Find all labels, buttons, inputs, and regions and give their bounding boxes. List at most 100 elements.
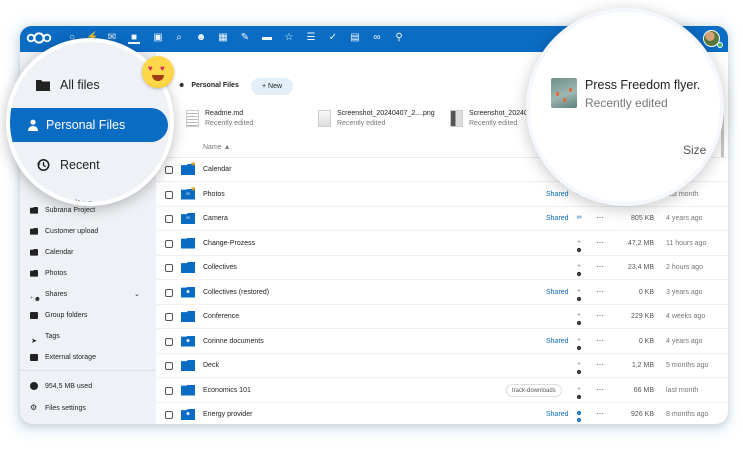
more-actions-icon[interactable]: ··· xyxy=(596,336,604,345)
notes-icon[interactable]: ✎ xyxy=(239,32,251,44)
file-name[interactable]: Camera xyxy=(203,215,228,222)
file-size: 0 KB xyxy=(638,337,654,345)
modified-date: 4 years ago xyxy=(666,215,703,222)
more-actions-icon[interactable]: ··· xyxy=(596,262,604,271)
person-add-icon[interactable]: ⁺☻ xyxy=(574,386,584,401)
quota-display[interactable]: 954,5 MB used xyxy=(30,380,92,394)
more-actions-icon[interactable]: ··· xyxy=(596,360,604,369)
sidebar-item-photos[interactable]: Photos xyxy=(30,265,150,283)
table-row[interactable]: Collectives ⁺☻ ··· 23,4 MB 2 hours ago xyxy=(156,256,728,280)
history-icon xyxy=(36,159,50,171)
nav-recent[interactable]: Recent xyxy=(20,148,170,182)
row-checkbox[interactable] xyxy=(165,288,173,297)
folder-icon xyxy=(36,80,50,91)
checkmark-icon[interactable]: ✓ xyxy=(327,32,339,44)
name-column-header[interactable]: Name ▲ xyxy=(203,144,231,151)
screenshot-stage: ○ ⚡ ✉ ■ ▣ ⌕ ☻ ▦ ✎ ▬ ☆ ☰ ✓ ▤ ∞ ⚲ ▣ Subran… xyxy=(0,0,743,454)
deck-icon[interactable]: ▬ xyxy=(261,32,273,44)
shared-label[interactable]: Shared xyxy=(546,289,569,296)
search-icon[interactable]: ⌕ xyxy=(173,32,185,44)
folder-icon xyxy=(181,360,195,371)
row-checkbox[interactable] xyxy=(165,362,173,370)
photos-icon[interactable]: ▣ xyxy=(152,32,164,44)
person-add-icon[interactable]: ⁺☻ xyxy=(574,337,584,352)
table-row[interactable]: ☻ Energy provider Shared ☻☻ ··· 926 KB 8 month… xyxy=(156,403,728,424)
file-name[interactable]: Calendar xyxy=(203,166,231,173)
more-actions-icon[interactable]: ··· xyxy=(596,287,604,296)
sidebar-item-customer-upload[interactable]: Customer upload xyxy=(30,223,150,241)
chevron-down-icon[interactable]: ⌄ xyxy=(134,286,140,304)
new-button[interactable]: + New xyxy=(251,78,293,95)
row-checkbox[interactable] xyxy=(165,215,173,223)
pie-chart-icon xyxy=(30,382,38,391)
sidebar-item-external-storage[interactable]: External storage xyxy=(30,349,150,367)
gear-icon: ⚙ xyxy=(30,403,38,412)
person-add-icon[interactable]: ⁺☻ xyxy=(574,263,584,278)
breadcrumb[interactable]: ☻ Personal Files xyxy=(178,82,239,89)
shared-label[interactable]: Shared xyxy=(546,215,569,222)
shared-label[interactable]: Shared xyxy=(546,191,569,198)
more-actions-icon[interactable]: ··· xyxy=(596,213,604,222)
contacts-icon[interactable]: ☻ xyxy=(195,32,207,44)
more-actions-icon[interactable]: ··· xyxy=(596,238,604,247)
row-checkbox[interactable] xyxy=(165,190,173,199)
table-row[interactable]: ☻ Corinne documents Shared ⁺☻ ··· 0 KB 4 years… xyxy=(156,330,728,354)
file-name[interactable]: Conference xyxy=(203,313,239,320)
sidebar-item-group-folders[interactable]: Group folders xyxy=(30,307,150,325)
nav-personal-files[interactable]: Personal Files xyxy=(10,108,168,142)
tasks-icon[interactable]: ☰ xyxy=(305,32,317,44)
row-checkbox[interactable] xyxy=(165,411,173,419)
file-name[interactable]: Collectives xyxy=(203,264,237,271)
person-add-icon[interactable]: ⁺☻ xyxy=(574,239,584,254)
maps-icon[interactable]: ⚲ xyxy=(393,32,405,44)
link-icon[interactable]: ∞ xyxy=(574,214,584,221)
file-name[interactable]: Deck xyxy=(203,362,219,369)
recent-file-screenshot-1[interactable]: Screenshot_20240407_2....png Recently ed… xyxy=(318,108,442,132)
links-icon[interactable]: ∞ xyxy=(371,32,383,44)
more-actions-icon[interactable]: ··· xyxy=(596,409,604,418)
person-badge-icon: ☻ xyxy=(185,337,191,344)
table-row[interactable]: ∞ Camera Shared ∞ ··· 805 KB 4 years ago xyxy=(156,207,728,231)
sidebar-item-calendar[interactable]: Calendar xyxy=(30,244,150,262)
row-checkbox[interactable] xyxy=(165,313,173,321)
appstore-icon[interactable]: ☆ xyxy=(283,32,295,44)
file-size: 66 MB xyxy=(633,386,654,394)
tables-icon[interactable]: ▤ xyxy=(349,32,361,44)
person-add-icon[interactable]: ⁺☻ xyxy=(574,312,584,327)
table-row[interactable]: Economics 101 track-downloads ⁺☻ ··· 66 MB la… xyxy=(156,379,728,403)
table-row[interactable]: Conference ⁺☻ ··· 229 KB 4 weeks ago xyxy=(156,305,728,329)
table-row[interactable]: Change-Prozess ⁺☻ ··· 47,2 MB 11 hours ago xyxy=(156,232,728,256)
more-actions-icon[interactable]: ··· xyxy=(596,311,604,320)
recent-file-readme[interactable]: Readme.md Recently edited xyxy=(186,108,306,132)
sidebar-item-shares[interactable]: ⁺☻Shares ⌄ xyxy=(30,286,150,304)
file-thumbnail xyxy=(186,110,199,127)
size-column-header[interactable]: Size xyxy=(683,143,706,157)
file-name[interactable]: Corinne documents xyxy=(203,338,264,345)
nextcloud-logo[interactable] xyxy=(26,31,52,45)
person-add-icon[interactable]: ⁺☻ xyxy=(574,288,584,303)
files-icon[interactable]: ■ xyxy=(128,32,140,44)
calendar-icon[interactable]: ▦ xyxy=(217,32,229,44)
file-name[interactable]: Collectives (restored) xyxy=(203,289,269,296)
files-settings-link[interactable]: ⚙ Files settings xyxy=(30,401,86,416)
folder-icon xyxy=(181,237,195,249)
table-row[interactable]: ☻ Collectives (restored) Shared ⁺☻ ··· 0 KB 3 … xyxy=(156,281,728,305)
row-checkbox[interactable] xyxy=(165,386,173,395)
recent-file-title[interactable]: Press Freedom flyer. xyxy=(585,78,700,92)
file-name[interactable]: Energy provider xyxy=(203,411,252,418)
file-name[interactable]: Photos xyxy=(203,191,225,198)
sidebar-item-tags[interactable]: ➤Tags xyxy=(30,328,150,346)
file-name[interactable]: Change-Prozess xyxy=(203,240,255,247)
row-checkbox[interactable] xyxy=(165,337,173,346)
shared-label[interactable]: Shared xyxy=(546,338,569,345)
sidebar-divider xyxy=(20,370,156,371)
person-add-icon[interactable]: ⁺☻ xyxy=(574,361,584,376)
row-checkbox[interactable] xyxy=(165,264,173,272)
file-name[interactable]: Economics 101 xyxy=(203,387,251,394)
group-icon[interactable]: ☻☻ xyxy=(574,410,584,424)
shared-label[interactable]: Shared xyxy=(546,411,569,418)
more-actions-icon[interactable]: ··· xyxy=(596,385,604,394)
row-checkbox[interactable] xyxy=(165,239,173,248)
link-badge-icon: ∞ xyxy=(186,215,190,221)
table-row[interactable]: Deck ⁺☻ ··· 1,2 MB 5 months ago xyxy=(156,354,728,378)
